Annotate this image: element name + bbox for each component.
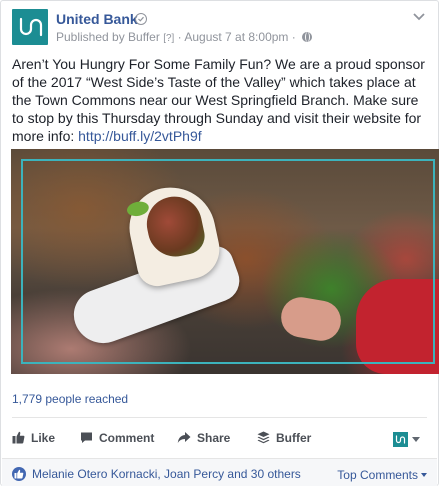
post-card: United Bank Published by Buffer [?] · Au…	[0, 0, 439, 486]
divider	[12, 417, 427, 418]
post-meta: Published by Buffer [?] · August 7 at 8:…	[56, 30, 313, 44]
share-label: Share	[197, 431, 231, 445]
post-as-switcher[interactable]	[393, 432, 421, 448]
reach-stat[interactable]: 1,779 people reached	[12, 392, 128, 406]
meta-separator: ·	[177, 30, 182, 44]
chevron-down-icon[interactable]	[411, 11, 427, 23]
photo-frame-overlay	[21, 159, 435, 364]
share-icon	[177, 432, 191, 443]
share-button[interactable]: Share	[177, 431, 230, 445]
published-by-label[interactable]: Published by Buffer	[56, 30, 160, 44]
united-bank-logo-icon	[19, 17, 43, 37]
comment-label: Comment	[99, 431, 155, 445]
meta-separator: ·	[291, 30, 296, 44]
top-comments-dropdown[interactable]: Top Comments	[337, 468, 427, 482]
page-name-link[interactable]: United Bank	[56, 11, 138, 27]
verified-badge-icon	[135, 13, 147, 25]
caret-down-icon	[421, 473, 427, 477]
reactions-footer: Melanie Otero Kornacki, Joan Percy and 3…	[2, 458, 437, 486]
page-avatar[interactable]	[12, 9, 48, 45]
post-header: United Bank Published by Buffer [?] · Au…	[12, 9, 427, 49]
post-message: Aren’t You Hungry For Some Family Fun? W…	[12, 56, 425, 144]
caret-down-icon	[412, 437, 420, 442]
comment-icon	[81, 432, 92, 443]
help-marker[interactable]: [?]	[163, 33, 174, 44]
like-label: Like	[31, 431, 56, 445]
post-body: Aren’t You Hungry For Some Family Fun? W…	[12, 55, 430, 145]
page-mini-avatar	[393, 432, 408, 447]
buffer-button[interactable]: Buffer	[257, 431, 311, 445]
buffer-stack-icon	[257, 431, 270, 444]
like-reaction-icon	[12, 467, 26, 481]
action-bar: Like Comment Share Buffer	[1, 423, 439, 455]
top-comments-label: Top Comments	[337, 468, 418, 482]
post-photo[interactable]	[11, 149, 439, 374]
like-button[interactable]: Like	[12, 431, 55, 445]
buffer-label: Buffer	[276, 431, 312, 445]
post-link[interactable]: http://buff.ly/2vtPh9f	[78, 128, 201, 144]
comment-button[interactable]: Comment	[80, 431, 154, 445]
post-timestamp[interactable]: August 7 at 8:00pm	[184, 30, 288, 44]
globe-icon[interactable]	[302, 32, 313, 42]
united-bank-logo-icon	[395, 435, 406, 444]
likers-list[interactable]: Melanie Otero Kornacki, Joan Percy and 3…	[32, 467, 301, 481]
like-thumb-icon	[12, 431, 25, 444]
